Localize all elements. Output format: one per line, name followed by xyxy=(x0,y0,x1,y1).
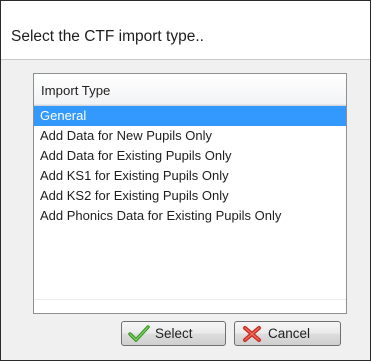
column-header-label: Import Type xyxy=(41,83,111,98)
list-item-general[interactable]: General xyxy=(34,106,346,126)
red-x-icon xyxy=(243,326,261,342)
list-item-label: General xyxy=(40,108,87,123)
list-item-label: Add Data for New Pupils Only xyxy=(40,128,212,143)
list-row-divider xyxy=(34,299,346,300)
dialog-title-bar: Select the CTF import type.. xyxy=(1,1,370,60)
list-item-ks2[interactable]: Add KS2 for Existing Pupils Only xyxy=(34,186,346,206)
list-item-new-pupils[interactable]: Add Data for New Pupils Only xyxy=(34,126,346,146)
list-item-label: Add Phonics Data for Existing Pupils Onl… xyxy=(40,208,282,223)
checkmark-icon xyxy=(128,325,150,342)
list-item-phonics[interactable]: Add Phonics Data for Existing Pupils Onl… xyxy=(34,206,346,226)
header-divider xyxy=(34,104,346,105)
list-item-ks1[interactable]: Add KS1 for Existing Pupils Only xyxy=(34,166,346,186)
list-item-existing-pupils[interactable]: Add Data for Existing Pupils Only xyxy=(34,146,346,166)
dialog-title: Select the CTF import type.. xyxy=(11,28,204,45)
list-item-label: Add Data for Existing Pupils Only xyxy=(40,148,232,163)
import-type-dialog: Select the CTF import type.. Import Type… xyxy=(0,0,371,361)
import-type-list[interactable]: Import Type General Add Data for New Pup… xyxy=(33,73,347,314)
cancel-button-label: Cancel xyxy=(268,326,311,341)
select-button[interactable]: Select xyxy=(121,321,226,346)
list-item-label: Add KS2 for Existing Pupils Only xyxy=(40,188,229,203)
cancel-button[interactable]: Cancel xyxy=(234,321,341,346)
list-item-label: Add KS1 for Existing Pupils Only xyxy=(40,168,229,183)
list-column-header[interactable]: Import Type xyxy=(34,74,346,106)
select-button-label: Select xyxy=(155,326,193,341)
